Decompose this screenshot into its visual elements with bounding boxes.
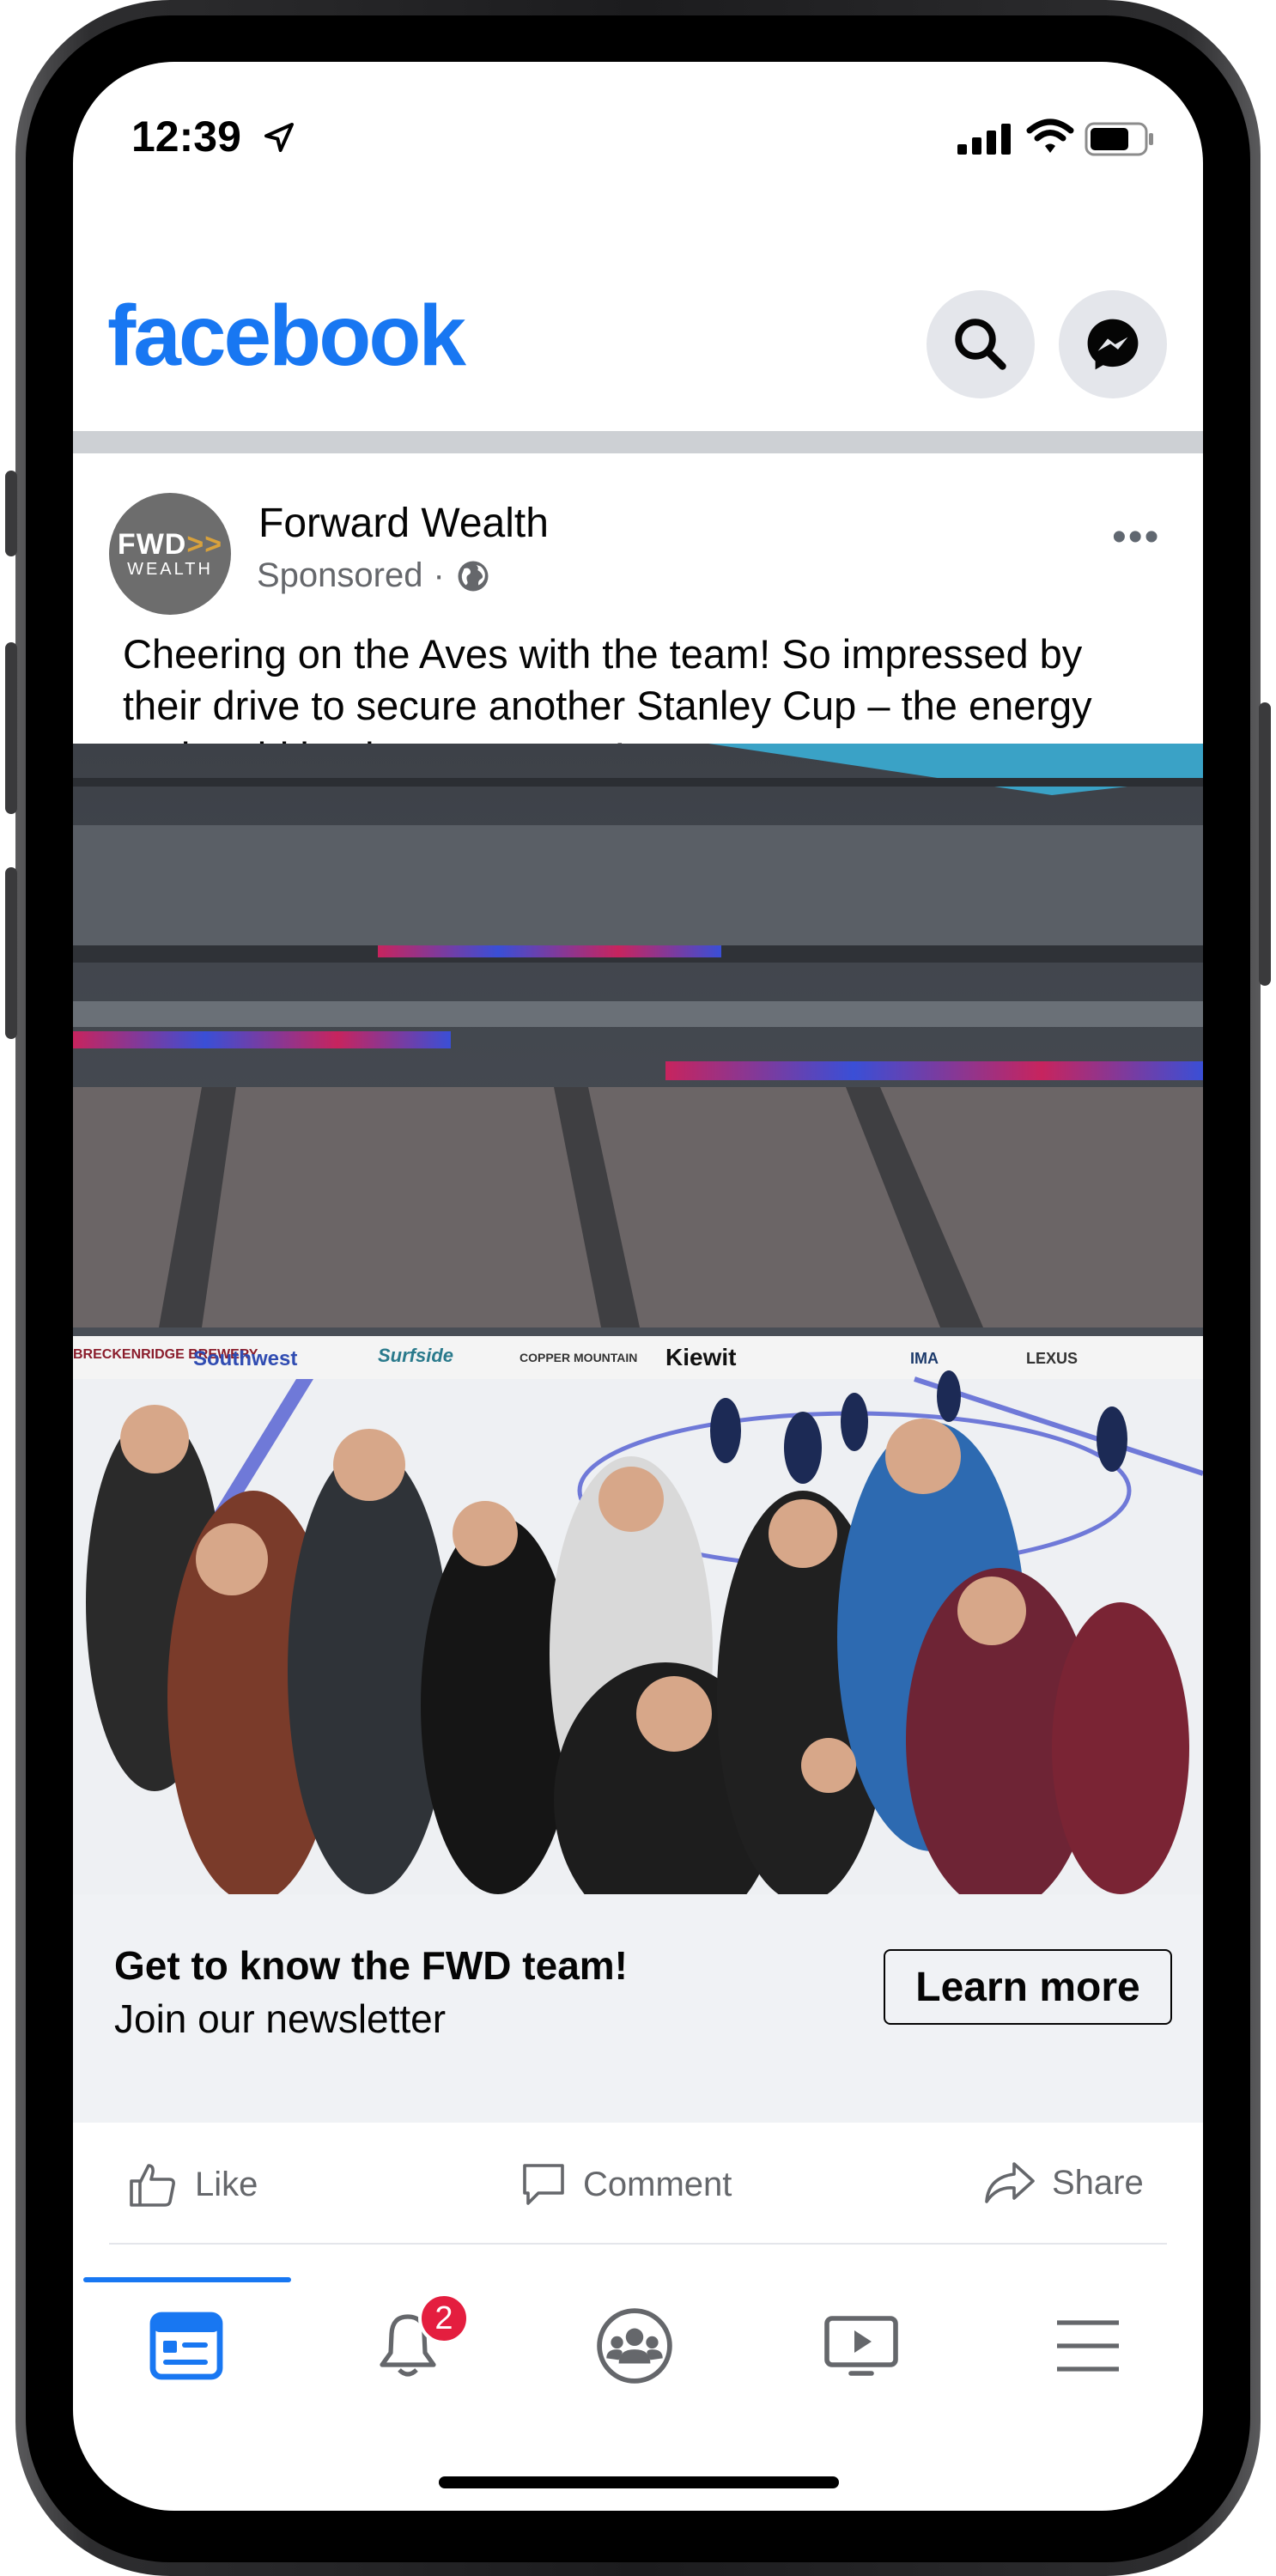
bottom-tab-bar: 2 — [73, 2277, 1203, 2406]
volume-up-button — [5, 642, 17, 814]
notification-badge: 2 — [418, 2293, 470, 2344]
avatar-logo-subtext: WEALTH — [127, 560, 213, 579]
globe-icon — [458, 561, 489, 591]
separator-dot: · — [433, 556, 445, 594]
tab-home[interactable] — [135, 2303, 238, 2389]
share-label: Share — [1052, 2163, 1144, 2202]
active-tab-indicator — [83, 2277, 291, 2282]
home-indicator-bar — [439, 2476, 839, 2488]
board-copper: COPPER MOUNTAIN — [520, 1351, 637, 1364]
home-feed-icon — [149, 2312, 223, 2380]
post-actions: Like Comment Share — [73, 2123, 1203, 2243]
board-lexus: LEXUS — [1026, 1350, 1078, 1367]
share-button[interactable]: Share — [983, 2160, 1144, 2205]
share-arrow-icon — [985, 2162, 1035, 2203]
status-bar: 12:39 — [73, 62, 1203, 216]
hamburger-menu-icon — [1057, 2320, 1119, 2372]
page-name-link[interactable]: Forward Wealth — [258, 500, 549, 547]
power-button — [1259, 702, 1271, 986]
hockey-arena-photo: BRECKENRIDGE BREWERY Southwest Surfside … — [73, 744, 1203, 1894]
board-kiewit: Kiewit — [665, 1344, 736, 1370]
comment-button[interactable]: Comment — [520, 2160, 732, 2208]
phone-screen: 12:39 facebook FWD>> WEALTH Forward Weal… — [73, 62, 1203, 2511]
battery-icon — [1085, 122, 1153, 156]
tab-watch[interactable] — [810, 2303, 913, 2389]
board-surfside: Surfside — [378, 1345, 453, 1366]
actions-divider — [109, 2243, 1167, 2245]
like-button[interactable]: Like — [128, 2160, 258, 2208]
more-options-button[interactable]: ••• — [1112, 513, 1160, 561]
comment-label: Comment — [583, 2165, 732, 2203]
call-to-action-bar[interactable]: Get to know the FWD team! Join our newsl… — [73, 1894, 1203, 2123]
mute-switch — [5, 471, 17, 556]
cta-subtitle: Join our newsletter — [114, 1996, 447, 2041]
tab-groups[interactable] — [583, 2303, 686, 2389]
learn-more-button[interactable]: Learn more — [884, 1949, 1172, 2025]
location-arrow-icon — [264, 123, 294, 152]
search-icon — [955, 319, 1006, 370]
thumbs-up-icon — [130, 2164, 175, 2207]
cta-title: Get to know the FWD team! — [114, 1943, 628, 1988]
tab-menu[interactable] — [1036, 2303, 1139, 2389]
post-photo[interactable]: BRECKENRIDGE BREWERY Southwest Surfside … — [73, 744, 1203, 1894]
facebook-logo[interactable]: facebook — [107, 287, 466, 386]
cellular-signal-icon — [957, 124, 1011, 155]
sponsored-label: Sponsored · — [257, 556, 491, 595]
sponsored-text: Sponsored — [257, 556, 423, 594]
messenger-icon — [1087, 319, 1139, 370]
video-play-icon — [824, 2316, 898, 2376]
messenger-button[interactable] — [1059, 290, 1167, 398]
board-southwest: Southwest — [193, 1347, 297, 1370]
comment-bubble-icon — [523, 2164, 564, 2205]
app-header: facebook — [73, 216, 1203, 431]
status-time: 12:39 — [131, 112, 241, 161]
volume-down-button — [5, 867, 17, 1039]
groups-icon — [597, 2308, 672, 2384]
feed-divider — [73, 431, 1203, 453]
post-header: FWD>> WEALTH Forward Wealth Sponsored · … — [73, 453, 1203, 617]
wifi-icon — [1026, 118, 1074, 153]
page-avatar[interactable]: FWD>> WEALTH — [109, 493, 231, 615]
board-ima: IMA — [910, 1350, 939, 1367]
like-label: Like — [195, 2165, 258, 2203]
avatar-logo-text: FWD>> — [117, 528, 223, 561]
search-button[interactable] — [927, 290, 1035, 398]
